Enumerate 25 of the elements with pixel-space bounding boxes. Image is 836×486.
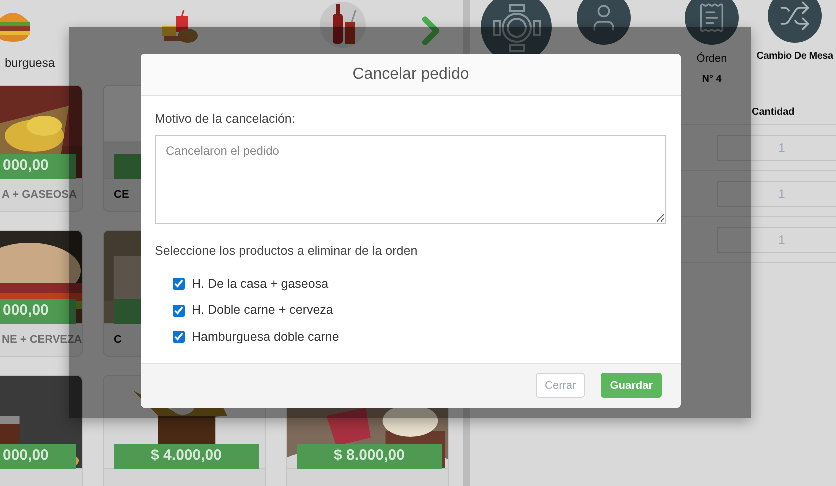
- price-tag: 000,00: [0, 444, 76, 469]
- price-tag: 000,00: [0, 154, 76, 179]
- reason-label: Motivo de la cancelación:: [155, 111, 296, 128]
- products-label: Seleccione los productos a eliminar de la orden: [155, 242, 419, 260]
- action-label[interactable]: Cambio De Mesa: [756, 49, 834, 64]
- close-button[interactable]: Cerrar: [536, 373, 586, 398]
- product-option-label[interactable]: Hamburguesa doble carne: [192, 328, 340, 347]
- product-name: C: [114, 332, 122, 348]
- save-button[interactable]: Guardar: [601, 373, 662, 398]
- reason-field[interactable]: Cancelaron el pedido: [155, 134, 666, 224]
- category-label[interactable]: burguesa: [4, 54, 56, 72]
- action-label[interactable]: Órden: [696, 51, 728, 68]
- price-tag: $ 8.000,00: [297, 444, 442, 469]
- product-option-label[interactable]: H. De la casa + gaseosa: [192, 274, 329, 294]
- order-number: N° 4: [702, 72, 722, 86]
- product-option-label[interactable]: H. Doble carne + cerveza: [192, 301, 334, 320]
- product-card[interactable]: 000,00: [0, 375, 83, 486]
- quantity-field[interactable]: 1: [717, 180, 836, 206]
- quantity-field[interactable]: 1: [717, 134, 836, 160]
- dialog-title: Cancelar pedido: [352, 64, 470, 84]
- product-name: CE: [114, 188, 130, 203]
- column-header: Cantidad: [752, 106, 795, 120]
- price-tag: $ 4.000,00: [114, 444, 259, 469]
- quantity-field[interactable]: 1: [717, 226, 836, 252]
- price-tag: 000,00: [0, 299, 76, 324]
